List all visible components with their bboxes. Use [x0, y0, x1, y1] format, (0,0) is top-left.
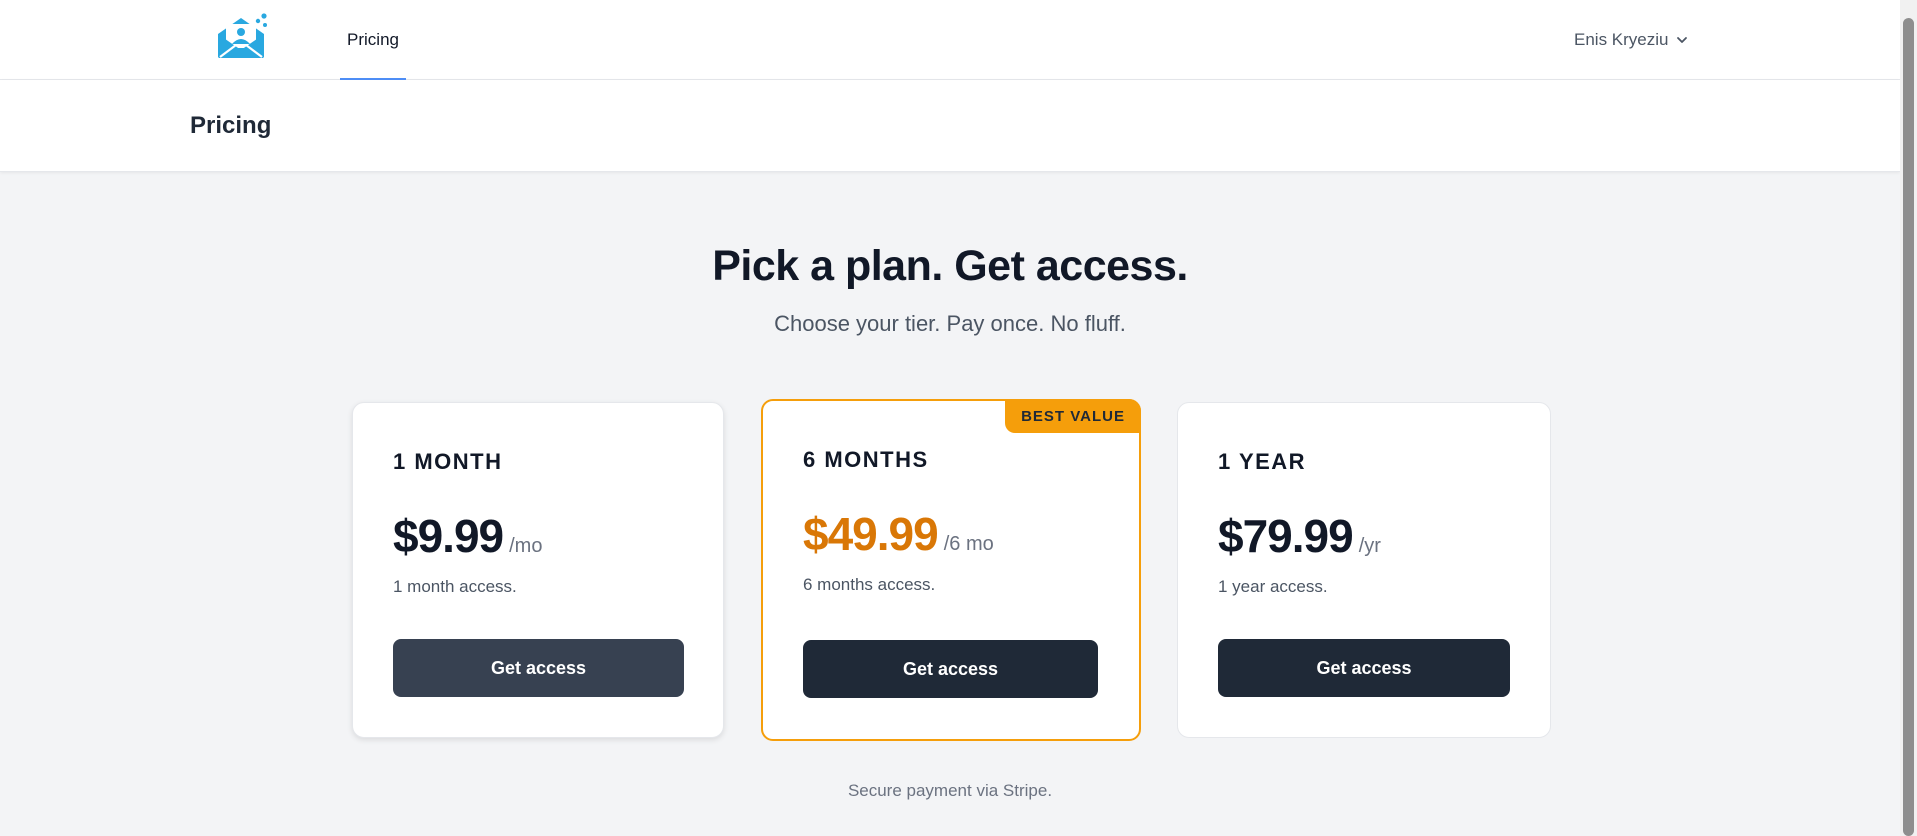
hero-subtitle: Choose your tier. Pay once. No fluff.	[774, 311, 1126, 336]
plan-name: 6 MONTHS	[803, 447, 929, 472]
get-access-button-1-year[interactable]: Get access	[1218, 639, 1510, 697]
price-row: $49.99 /6 mo	[803, 507, 994, 561]
plan-name: 1 YEAR	[1218, 449, 1307, 474]
plan-card-1-year: 1 YEAR $79.99 /yr 1 year access. Get acc…	[1177, 402, 1551, 738]
user-name: Enis Kryeziu	[1574, 30, 1669, 49]
plan-name: 1 MONTH	[393, 449, 503, 474]
chevron-down-icon	[1677, 37, 1688, 43]
plan-card-6-months: BEST VALUE 6 MONTHS $49.99 /6 mo 6 month…	[761, 399, 1141, 741]
top-nav: Pricing Enis Kryeziu	[0, 0, 1900, 80]
user-menu[interactable]: Enis Kryeziu	[1574, 26, 1688, 54]
plan-period: /yr	[1358, 535, 1381, 557]
plan-card-1-month: 1 MONTH $9.99 /mo 1 month access. Get ac…	[352, 402, 724, 738]
plan-period: /6 mo	[943, 533, 994, 555]
hero-title: Pick a plan. Get access.	[712, 242, 1188, 290]
plan-price: $9.99	[393, 510, 504, 562]
plan-description: 1 month access.	[393, 577, 517, 596]
plan-description: 1 year access.	[1218, 577, 1328, 596]
plan-price: $49.99	[803, 508, 939, 560]
secure-payment-note: Secure payment via Stripe.	[847, 781, 1053, 800]
price-row: $79.99 /yr	[1218, 509, 1381, 563]
price-row: $9.99 /mo	[393, 509, 542, 563]
page-header: Pricing	[0, 80, 1900, 172]
scrollbar-thumb[interactable]	[1903, 18, 1914, 836]
plan-price: $79.99	[1218, 510, 1354, 562]
plan-period: /mo	[509, 535, 543, 557]
get-access-button-1-month[interactable]: Get access	[393, 639, 684, 697]
best-value-badge: BEST VALUE	[1005, 399, 1141, 433]
page-title: Pricing	[190, 112, 272, 139]
envelope-logo-icon[interactable]	[214, 12, 270, 60]
plan-description: 6 months access.	[803, 575, 936, 594]
nav-tab-pricing[interactable]: Pricing	[340, 0, 406, 80]
get-access-button-6-months[interactable]: Get access	[803, 640, 1098, 698]
nav-tab-label: Pricing	[347, 30, 399, 49]
